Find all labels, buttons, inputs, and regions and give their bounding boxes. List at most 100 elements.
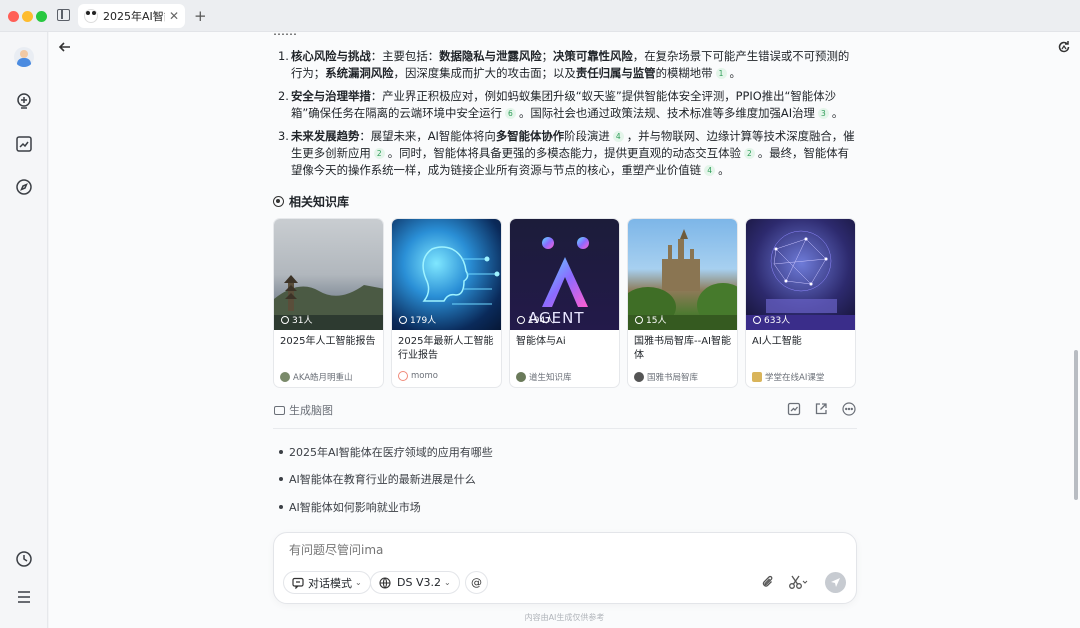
card-title: 2025年人工智能报告	[280, 336, 376, 347]
suggestion-item[interactable]: AI智能体如何影响就业市场	[279, 499, 779, 515]
answer-text: 。	[718, 163, 730, 177]
bullet	[279, 477, 283, 481]
panda-icon	[84, 9, 98, 23]
bold-text: 决策可靠性风险	[553, 49, 633, 63]
tab-close-icon[interactable]: ✕	[169, 9, 179, 23]
zoom-window-button[interactable]	[36, 11, 47, 22]
sidebar-toggle-icon[interactable]	[57, 9, 70, 21]
history-icon[interactable]	[14, 549, 34, 569]
more-icon[interactable]	[842, 402, 856, 416]
point-number: 1.	[278, 49, 289, 63]
knowledge-heading: 相关知识库	[273, 193, 349, 210]
knowledge-card[interactable]: AGENT 194人 智能体与Ai 道生知识库	[509, 218, 620, 388]
owner-avatar	[634, 372, 644, 382]
card-title: 智能体与Ai	[516, 336, 566, 347]
close-window-button[interactable]	[8, 11, 19, 22]
answer-point: 1. 核心风险与挑战：主要包括：数据隐私与泄露风险；决策可靠性风险，在复杂场景下可…	[273, 48, 857, 82]
card-owner: 道生知识库	[516, 371, 572, 383]
citation-badge[interactable]: 4	[612, 131, 624, 142]
bold-text: 数据隐私与泄露风险	[439, 49, 542, 63]
answer-actions: 生成脑图	[273, 402, 857, 418]
compass-icon[interactable]	[14, 177, 34, 197]
refresh-icon[interactable]	[1056, 39, 1072, 55]
send-icon	[831, 578, 840, 587]
generate-mindmap-button[interactable]: 生成脑图	[274, 402, 333, 418]
citation-badge[interactable]: 4	[704, 165, 716, 176]
citation-badge[interactable]: 6	[504, 108, 516, 119]
chat-input[interactable]	[289, 543, 689, 557]
chevron-down-icon: ⌄	[355, 578, 362, 587]
suggestion-item[interactable]: 2025年AI智能体在医疗领域的应用有哪些	[279, 444, 779, 460]
bold-text: 责任归属与监管	[575, 66, 656, 80]
knowledge-card[interactable]: 179人 2025年最新人工智能行业报告 momo	[391, 218, 502, 388]
citation-badge[interactable]: 3	[817, 108, 829, 119]
share-icon[interactable]	[814, 402, 828, 416]
answer-text: 阶段演进	[564, 129, 610, 143]
member-count: 194人	[517, 313, 554, 326]
mode-selector[interactable]: 对话模式 ⌄	[283, 571, 371, 594]
bold-text: 核心风险与挑战	[291, 49, 371, 63]
minimize-window-button[interactable]	[22, 11, 33, 22]
send-button[interactable]	[825, 572, 846, 593]
card-owner: momo	[398, 371, 438, 381]
point-number: 2.	[278, 89, 289, 103]
person-icon	[281, 315, 289, 324]
mention-button[interactable]: @	[465, 571, 488, 594]
bullet	[279, 450, 283, 454]
browser-tab[interactable]: 2025年AI智能体 ✕	[78, 4, 185, 28]
knowledge-card[interactable]: 15人 国雅书局智库--AI智能体 国雅书局智库	[627, 218, 738, 388]
citation-badge[interactable]: 2	[373, 148, 385, 159]
person-icon	[753, 315, 761, 324]
new-tab-button[interactable]: +	[194, 7, 207, 25]
answer-points: 1. 核心风险与挑战：主要包括：数据隐私与泄露风险；决策可靠性风险，在复杂场景下可…	[273, 48, 857, 185]
mindmap-icon	[274, 405, 285, 415]
bold-text: 安全与治理举措	[291, 89, 371, 103]
suggestion-item[interactable]: AI智能体在教育行业的最新进展是什么	[279, 471, 779, 487]
left-sidebar	[0, 32, 48, 628]
globe-icon	[379, 576, 391, 589]
card-owner: 学堂在线AI课堂	[752, 371, 824, 383]
tab-title: 2025年AI智能体	[103, 10, 165, 23]
citation-badge[interactable]: 1	[715, 68, 727, 79]
notes-icon[interactable]	[14, 134, 34, 154]
divider	[273, 428, 857, 429]
model-selector[interactable]: DS V3.2 ⌄	[370, 571, 460, 594]
owner-avatar	[752, 372, 762, 382]
bold-text: 未来发展趋势	[291, 129, 360, 143]
card-title: 国雅书局智库--AI智能体	[634, 336, 732, 361]
menu-icon[interactable]	[14, 587, 34, 607]
main-panel: …… 1. 核心风险与挑战：主要包括：数据隐私与泄露风险；决策可靠性风险，在复杂场…	[49, 24, 1080, 628]
answer-text: 。	[831, 106, 844, 120]
person-icon	[517, 315, 525, 324]
citation-badge[interactable]: 2	[743, 148, 755, 159]
owner-avatar	[280, 372, 290, 382]
chat-input-box: 对话模式⌄ DS V3.2⌄ @	[273, 532, 857, 604]
scrollbar[interactable]	[1074, 350, 1078, 500]
avatar[interactable]	[14, 47, 34, 67]
paperclip-icon[interactable]	[761, 575, 775, 589]
bold-text: 系统漏洞风险	[325, 66, 394, 80]
back-arrow-icon[interactable]	[57, 39, 73, 55]
add-knowledge-icon[interactable]	[14, 91, 34, 111]
answer-text: 的模糊地带	[655, 66, 713, 80]
card-title: AI人工智能	[752, 336, 802, 347]
answer-point: 2. 安全与治理举措：产业界正积极应对，例如蚂蚁集团升级“蚁天鉴”提供智能体安全评…	[273, 88, 857, 122]
card-owner: AKA皓月明重山	[280, 371, 353, 383]
bulb-icon	[273, 196, 284, 207]
bullet	[279, 505, 283, 509]
owner-avatar	[398, 371, 408, 381]
knowledge-card[interactable]: 633人 AI人工智能 学堂在线AI课堂	[745, 218, 856, 388]
partial-text: ……	[273, 24, 297, 36]
disclaimer: 内容由AI生成仅供参考	[524, 613, 605, 622]
card-owner: 国雅书局智库	[634, 371, 698, 383]
scissors-icon[interactable]	[788, 574, 808, 590]
knowledge-card[interactable]: 31人 2025年人工智能报告 AKA皓月明重山	[273, 218, 384, 388]
answer-text: 。国际社会也通过政策法规、技术标准等多维度加强AI治理	[518, 106, 815, 120]
member-count: 633人	[753, 313, 790, 326]
owner-avatar	[516, 372, 526, 382]
chart-icon[interactable]	[787, 402, 801, 416]
knowledge-cards: 31人 2025年人工智能报告 AKA皓月明重山 179人 2025年最新人工智…	[273, 218, 857, 388]
chevron-down-icon: ⌄	[443, 578, 451, 587]
member-count: 179人	[399, 313, 436, 326]
person-icon	[635, 315, 643, 324]
